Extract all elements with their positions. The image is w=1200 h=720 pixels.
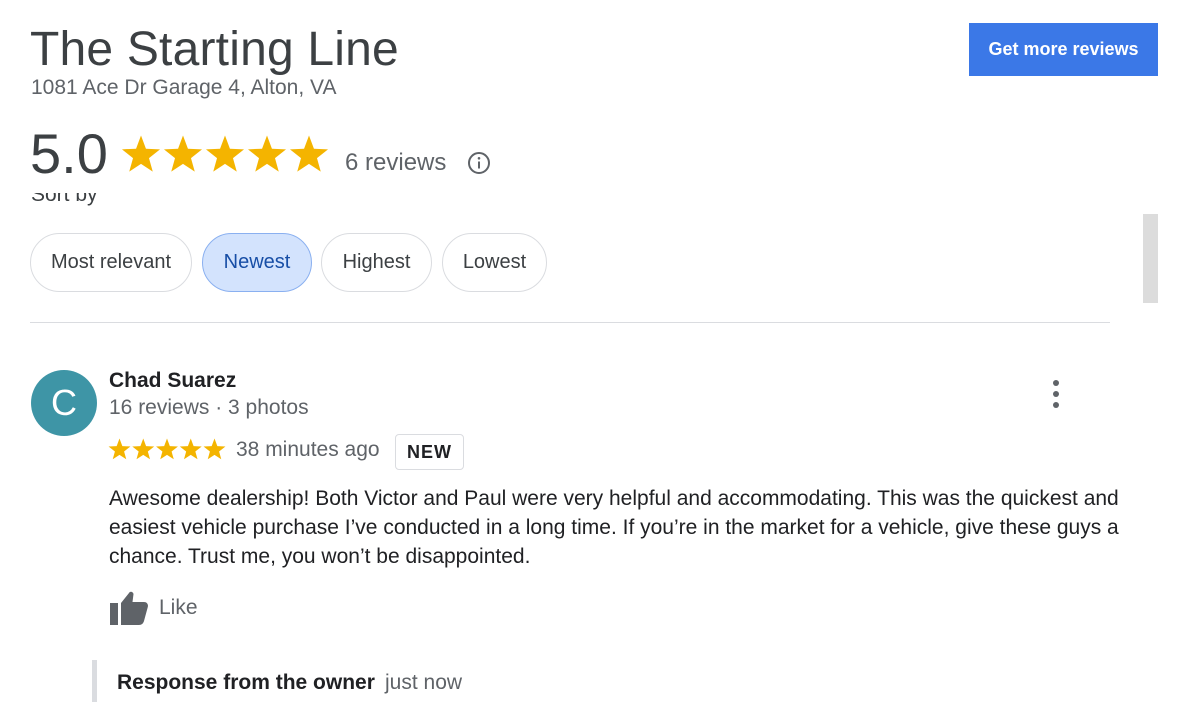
response-quote-bar <box>92 660 97 702</box>
reviewer-avatar[interactable]: C <box>31 370 97 436</box>
new-badge: NEW <box>395 434 464 470</box>
like-button[interactable]: Like <box>109 588 198 628</box>
rating-star-icon <box>247 135 287 172</box>
reviewer-name[interactable]: Chad Suarez <box>109 369 236 393</box>
review-text: Awesome dealership! Both Victor and Paul… <box>109 487 1119 568</box>
owner-response-time: just now <box>385 671 463 694</box>
sort-chip-highest[interactable]: Highest <box>321 233 432 292</box>
review-star-icon <box>132 438 155 460</box>
review-time: 38 minutes ago <box>236 438 380 461</box>
sort-chip-lowest[interactable]: Lowest <box>442 233 547 292</box>
rating-star-icon <box>121 135 161 172</box>
scrollbar-thumb[interactable] <box>1143 214 1158 303</box>
review-star-icon <box>179 438 202 460</box>
get-more-reviews-button[interactable]: Get more reviews <box>969 23 1158 76</box>
average-rating: 5.0 <box>30 122 108 185</box>
sort-chip-newest[interactable]: Newest <box>202 233 312 292</box>
business-name: The Starting Line <box>30 23 399 76</box>
review-stars <box>108 438 226 460</box>
rating-star-icon <box>163 135 203 172</box>
more-vert-icon[interactable] <box>1040 374 1072 414</box>
review-star-icon <box>203 438 226 460</box>
sort-by-label: Sort by <box>31 193 98 206</box>
review-star-icon <box>108 438 131 460</box>
business-address: 1081 Ace Dr Garage 4, Alton, VA <box>31 76 337 99</box>
owner-response-title: Response from the owner <box>117 671 375 694</box>
sort-chip-most-relevant[interactable]: Most relevant <box>30 233 192 292</box>
divider <box>30 322 1110 323</box>
info-icon[interactable] <box>467 151 491 175</box>
review-star-icon <box>156 438 178 460</box>
reviews-count: 6 reviews <box>345 149 447 176</box>
like-label: Like <box>159 596 198 619</box>
rating-stars <box>121 135 329 172</box>
rating-star-icon <box>205 135 245 172</box>
thumbs-up-icon <box>110 591 148 625</box>
rating-star-icon <box>289 135 329 172</box>
reviewer-meta: 16 reviews · 3 photos <box>109 396 309 419</box>
